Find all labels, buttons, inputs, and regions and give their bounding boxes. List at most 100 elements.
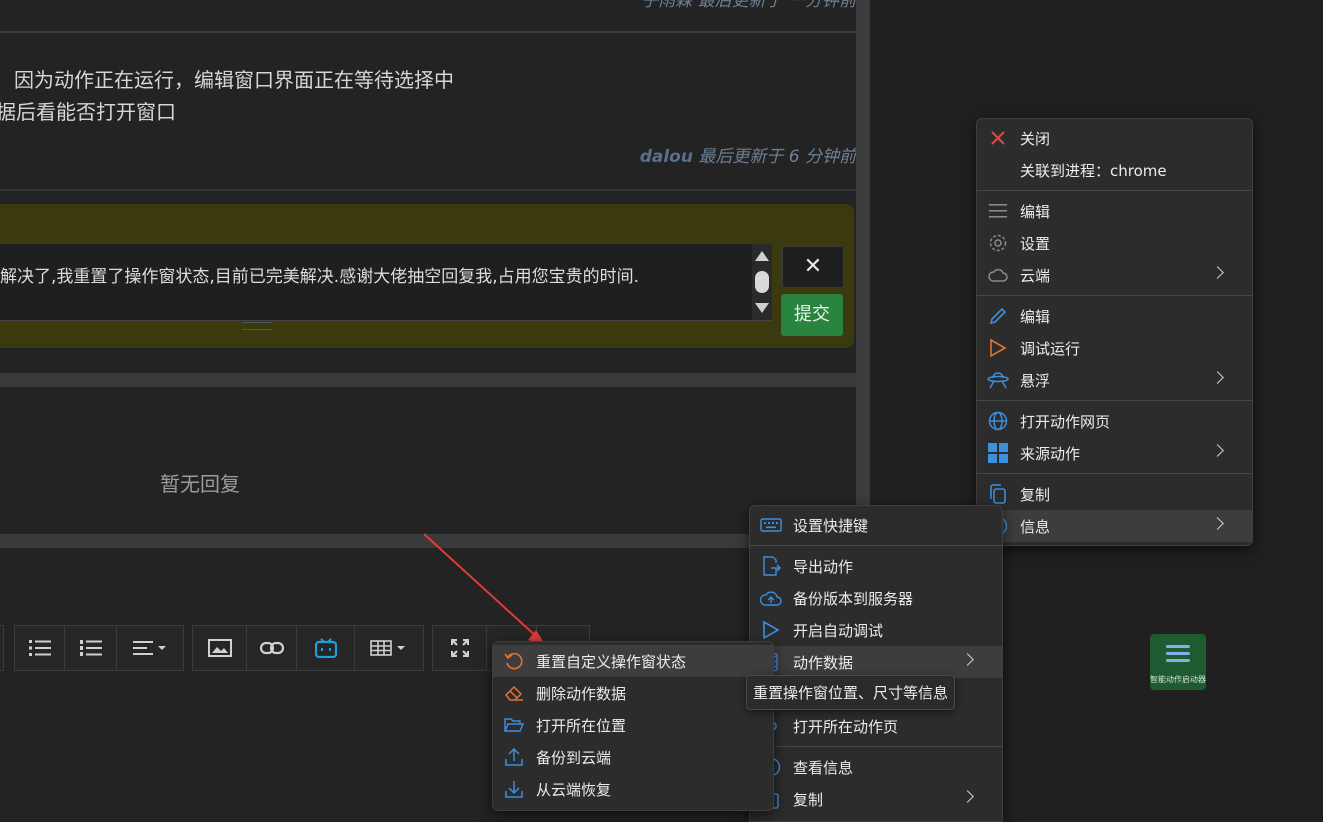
menu-item-edit[interactable]: 编辑 xyxy=(977,195,1252,227)
menu-item-export[interactable]: 导出动作 xyxy=(750,550,1002,582)
menu-item-label: 重置自定义操作窗状态 xyxy=(536,653,687,671)
comment-line-2: 据后看能否打开窗口 xyxy=(0,100,176,124)
menu-item-label: 备份版本到服务器 xyxy=(793,590,914,608)
close-icon xyxy=(987,127,1009,149)
windows-icon xyxy=(987,442,1009,464)
menu-item-restore-cloud[interactable]: 从云端恢复 xyxy=(493,773,773,805)
menu-item-open-location[interactable]: 打开所在位置 xyxy=(493,709,773,741)
menu-item-copy[interactable]: 复制 xyxy=(977,478,1252,510)
menu-item-label: 关闭 xyxy=(1020,130,1051,148)
menu-item-label: 悬浮 xyxy=(1020,372,1051,390)
scroll-up-arrow-icon[interactable] xyxy=(755,251,769,261)
ordered-list-button[interactable] xyxy=(64,625,118,671)
toolbar-button[interactable] xyxy=(0,625,4,671)
menu-item-open-action-page[interactable]: 打开所在动作页 xyxy=(750,710,1002,742)
menu-item-copy[interactable]: 复制 xyxy=(750,783,1002,815)
menu-separator xyxy=(750,545,1002,546)
menu-item-info[interactable]: 信息 xyxy=(977,510,1252,542)
menu-item-label: 编辑 xyxy=(1020,308,1051,326)
menu-separator xyxy=(977,190,1252,191)
eraser-icon xyxy=(503,682,525,704)
menu-item-delete-data[interactable]: 删除动作数据 xyxy=(493,677,773,709)
top-post-meta: 子雨霖 最后更新于 一分钟前 xyxy=(641,0,856,11)
menu-item-label: 导出动作 xyxy=(793,558,854,576)
menu-item-label: 编辑 xyxy=(1020,203,1051,221)
floating-launcher-button[interactable]: 智能动作启动器 xyxy=(1150,634,1206,690)
menu-item-process[interactable]: 关联到进程：chrome xyxy=(977,154,1252,186)
menu-item-label: 开启自动调试 xyxy=(793,622,884,640)
menu-item-shortcut[interactable]: 设置快捷键 xyxy=(750,509,1002,541)
context-menu-main: 关闭 关联到进程：chrome 编辑 设置 云端 编辑 调试运行 悬浮 打开动作… xyxy=(976,118,1253,546)
play-outline-icon xyxy=(987,337,1009,359)
scroll-thumb[interactable] xyxy=(755,271,769,293)
image-button[interactable] xyxy=(192,625,248,671)
menu-item-action-data[interactable]: 动作数据 xyxy=(750,646,1002,678)
menu-item-label: 设置快捷键 xyxy=(793,517,869,535)
chevron-right-icon xyxy=(1211,444,1224,457)
menu-item-auto-debug[interactable]: 开启自动调试 xyxy=(750,614,1002,646)
menu-separator xyxy=(750,746,1002,747)
copy-icon xyxy=(987,483,1009,505)
menu-item-close[interactable]: 关闭 xyxy=(977,122,1252,154)
scroll-down-arrow-icon[interactable] xyxy=(755,303,769,313)
gear-icon xyxy=(987,232,1009,254)
resize-grip-icon[interactable] xyxy=(242,322,272,330)
menu-item-source-action[interactable]: 来源动作 xyxy=(977,437,1252,469)
cloud-upload-icon xyxy=(760,587,782,609)
ordered-list-icon xyxy=(80,640,102,656)
comment-line-1: 因为动作正在运行，编辑窗口界面正在等待选择中 xyxy=(14,68,454,92)
image-icon xyxy=(208,639,232,657)
context-menu-action-data: 重置自定义操作窗状态 删除动作数据 打开所在位置 备份到云端 从云端恢复 xyxy=(492,641,774,811)
comment-author[interactable]: dalou xyxy=(640,147,693,167)
menu-item-label: 从云端恢复 xyxy=(536,781,612,799)
align-dropdown-button[interactable] xyxy=(116,625,184,671)
globe-icon xyxy=(987,410,1009,432)
folder-open-icon xyxy=(503,714,525,736)
reply-input-text: 解决了,我重置了操作窗状态,目前已完美解决.感谢大佬抽空回复我,占用您宝贵的时间… xyxy=(0,267,640,287)
menu-item-backup-server[interactable]: 备份版本到服务器 xyxy=(750,582,1002,614)
menu-item-reset-window-state[interactable]: 重置自定义操作窗状态 xyxy=(493,645,773,677)
cloud-icon xyxy=(987,264,1009,286)
submit-button[interactable]: 提交 xyxy=(781,294,843,336)
keyboard-icon xyxy=(760,514,782,536)
menu-item-cloud[interactable]: 云端 xyxy=(977,259,1252,291)
menu-separator xyxy=(977,295,1252,296)
launcher-caption: 智能动作启动器 xyxy=(1150,675,1206,684)
comment-meta: dalou 最后更新于 6 分钟前 xyxy=(640,142,856,167)
export-icon xyxy=(760,555,782,577)
list-icon xyxy=(987,200,1009,222)
table-dropdown-button[interactable] xyxy=(354,625,424,671)
chevron-right-icon xyxy=(961,653,974,666)
context-menu-info: 设置快捷键 导出动作 备份版本到服务器 开启自动调试 动作数据 打开所在动作页 … xyxy=(749,505,1003,822)
chevron-right-icon xyxy=(1211,266,1224,279)
menu-item-label: 复制 xyxy=(793,791,824,809)
comment-body: 因为动作正在运行，编辑窗口界面正在等待选择中 据后看能否打开窗口 xyxy=(0,64,856,128)
menu-item-open-webpage[interactable]: 打开动作网页 xyxy=(977,405,1252,437)
menu-item-view-info[interactable]: 查看信息 xyxy=(750,751,1002,783)
menu-item-backup-cloud[interactable]: 备份到云端 xyxy=(493,741,773,773)
bilibili-button[interactable] xyxy=(296,625,356,671)
chevron-right-icon xyxy=(1211,517,1224,530)
menu-item-label: 打开所在位置 xyxy=(536,717,627,735)
link-button[interactable] xyxy=(246,625,298,671)
menu-item-settings[interactable]: 设置 xyxy=(977,227,1252,259)
menu-item-debug-run[interactable]: 调试运行 xyxy=(977,332,1252,364)
chevron-right-icon xyxy=(961,790,974,803)
ufo-icon xyxy=(987,369,1009,391)
divider xyxy=(0,189,856,191)
comment-updated: 最后更新于 6 分钟前 xyxy=(692,147,856,167)
download-icon xyxy=(503,778,525,800)
menu-item-label: 关联到进程：chrome xyxy=(1020,162,1167,180)
menu-item-edit-action[interactable]: 编辑 xyxy=(977,300,1252,332)
cancel-reply-button[interactable]: ✕ xyxy=(782,246,844,288)
link-icon xyxy=(260,641,284,655)
menu-item-label: 来源动作 xyxy=(1020,445,1081,463)
menu-separator xyxy=(977,400,1252,401)
menu-item-float[interactable]: 悬浮 xyxy=(977,364,1252,396)
bullet-list-button[interactable] xyxy=(14,625,66,671)
reply-scrollbar[interactable] xyxy=(752,244,772,320)
menu-item-label: 设置 xyxy=(1020,235,1051,253)
menu-item-label: 删除动作数据 xyxy=(536,685,627,703)
pencil-icon xyxy=(987,305,1009,327)
reply-input[interactable]: 解决了,我重置了操作窗状态,目前已完美解决.感谢大佬抽空回复我,占用您宝贵的时间… xyxy=(0,244,772,321)
